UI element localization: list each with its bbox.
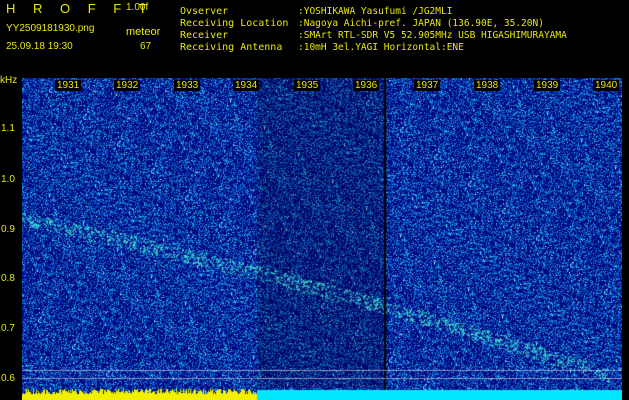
frequency-unit-label: kHz bbox=[0, 75, 18, 86]
time-label: 1932 bbox=[114, 80, 141, 91]
info-key: Receiver bbox=[180, 30, 229, 41]
y-tick-label: 0.6 bbox=[1, 373, 15, 384]
image-filename: YY2509181930.png bbox=[6, 23, 95, 34]
info-row-location: Receiving Location :Nagoya Aichi-pref. J… bbox=[180, 18, 567, 30]
spectrogram-canvas bbox=[22, 78, 622, 400]
info-value: :Nagoya Aichi-pref. JAPAN (136.90E, 35.2… bbox=[298, 18, 544, 29]
y-tick-label: 1.1 bbox=[1, 123, 15, 134]
info-key: Receiving Location bbox=[180, 18, 289, 29]
y-tick-label: 0.9 bbox=[1, 224, 15, 235]
info-value: :SMArt RTL-SDR V5 52.905MHz USB HIGASHIM… bbox=[298, 30, 567, 41]
time-label: 1935 bbox=[294, 80, 321, 91]
time-label: 1940 bbox=[593, 80, 620, 91]
hroft-window: H R O F F T 1.00f YY2509181930.png 25.09… bbox=[0, 0, 629, 400]
y-tick-label: 0.8 bbox=[1, 273, 15, 284]
y-tick-label: 1.0 bbox=[1, 174, 15, 185]
time-label: 1939 bbox=[534, 80, 561, 91]
capture-datetime: 25.09.18 19:30 bbox=[6, 41, 73, 52]
time-label: 1936 bbox=[353, 80, 380, 91]
info-row-receiver: Receiver :SMArt RTL-SDR V5 52.905MHz USB… bbox=[180, 30, 567, 42]
station-info: Ovserver :YOSHIKAWA Yasufumi /JG2MLI Rec… bbox=[180, 6, 567, 54]
info-key: Receiving Antenna bbox=[180, 42, 283, 53]
info-value: :YOSHIKAWA Yasufumi /JG2MLI bbox=[298, 6, 453, 17]
info-value: :10mH 3el.YAGI Horizontal:ENE bbox=[298, 42, 464, 53]
time-label: 1938 bbox=[474, 80, 501, 91]
mode-label: meteor bbox=[126, 26, 161, 38]
meteor-count: 67 bbox=[140, 41, 152, 52]
y-tick-label: 0.7 bbox=[1, 323, 15, 334]
app-version: 1.00f bbox=[126, 2, 149, 13]
info-key: Ovserver bbox=[180, 6, 229, 17]
info-row-observer: Ovserver :YOSHIKAWA Yasufumi /JG2MLI bbox=[180, 6, 567, 18]
time-label: 1934 bbox=[233, 80, 260, 91]
time-label: 1931 bbox=[55, 80, 82, 91]
time-label: 1937 bbox=[414, 80, 441, 91]
spectrogram-plot bbox=[22, 78, 622, 400]
info-row-antenna: Receiving Antenna :10mH 3el.YAGI Horizon… bbox=[180, 42, 567, 54]
time-label: 1933 bbox=[174, 80, 201, 91]
